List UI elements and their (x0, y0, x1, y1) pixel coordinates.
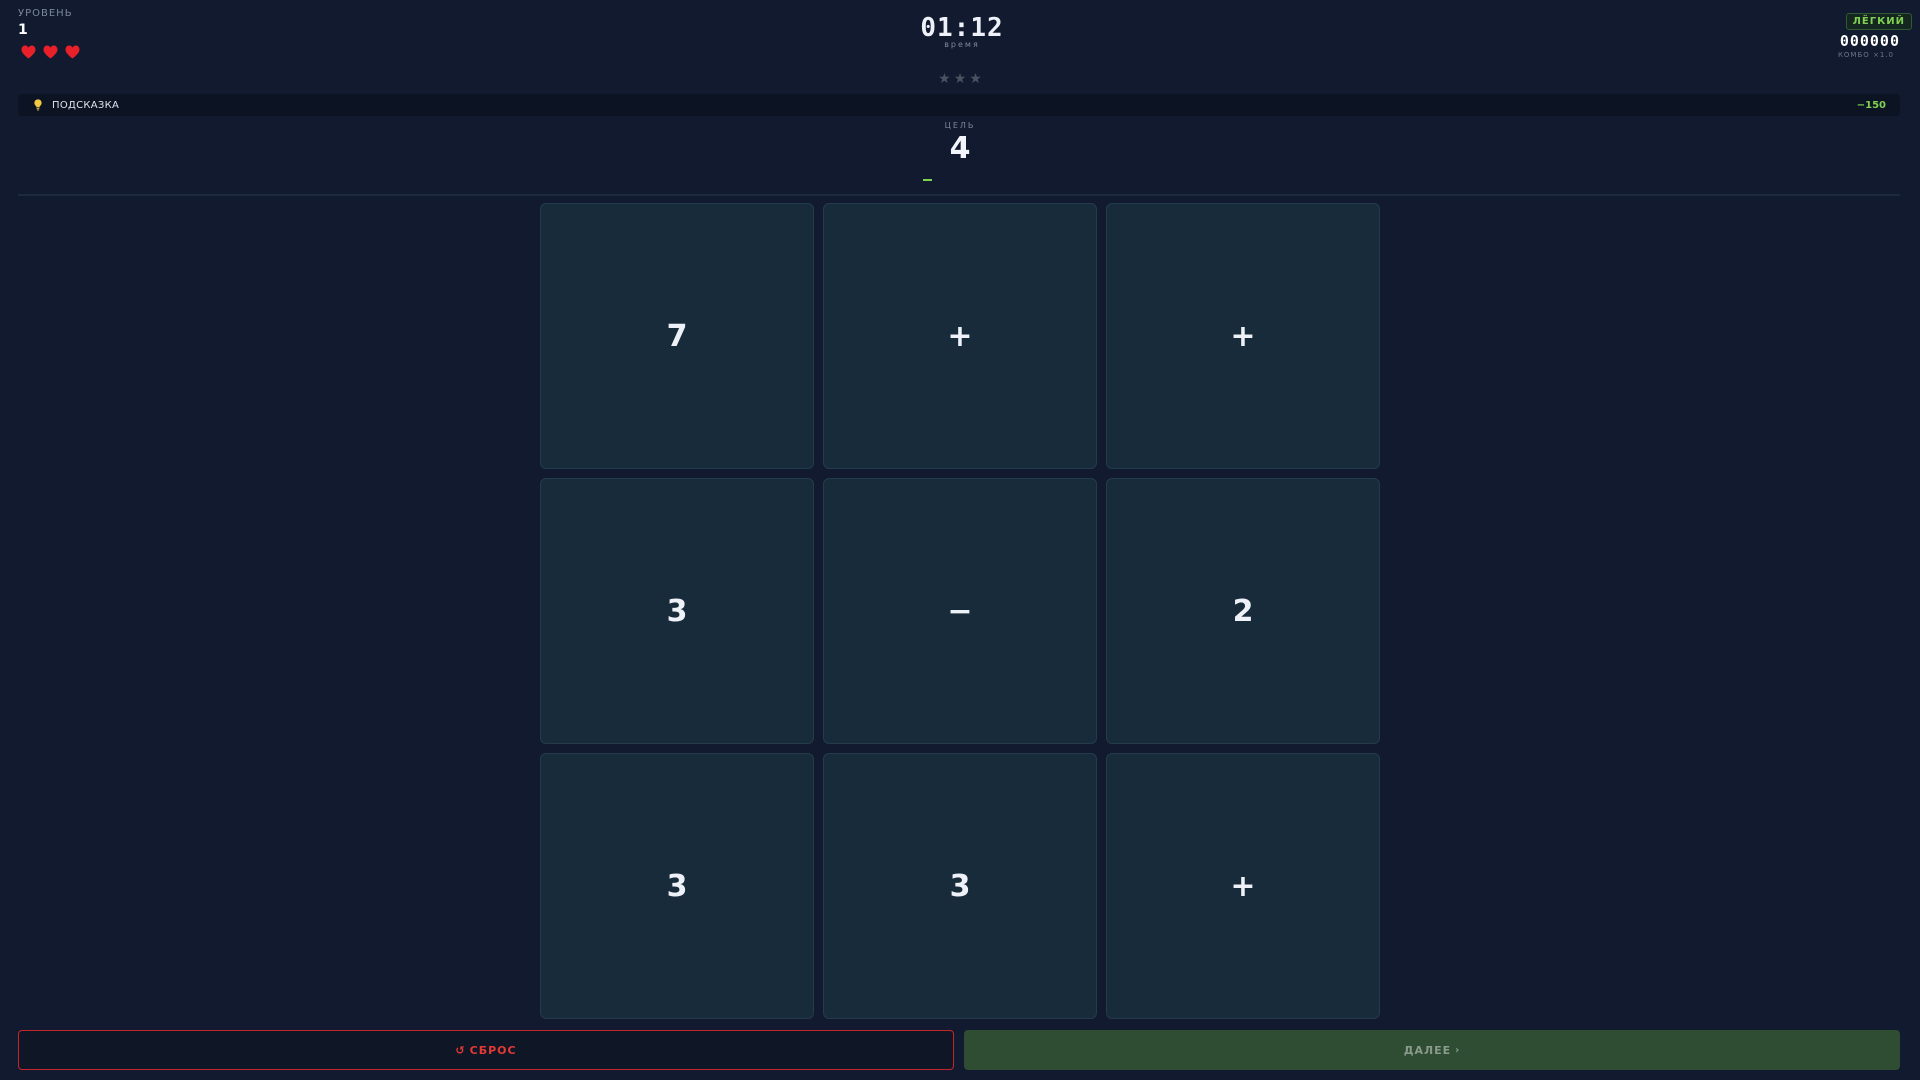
heart-icon (65, 45, 80, 59)
board-tile[interactable]: 3 (540, 478, 814, 744)
next-label: ДАЛЕЕ (1403, 1043, 1452, 1057)
divider (18, 194, 1900, 196)
reset-label: СБРОС (469, 1043, 517, 1057)
level-panel: УРОВЕНЬ 1 (18, 8, 80, 59)
heart-icon (21, 45, 36, 59)
board-tile[interactable]: + (823, 203, 1097, 469)
difficulty-badge: ЛЁГКИЙ (1845, 13, 1912, 30)
lightbulb-icon (34, 99, 42, 111)
score: 000000 (1839, 32, 1900, 50)
target-value: 4 (949, 131, 971, 166)
level-label: УРОВЕНЬ (18, 8, 73, 19)
board-tile[interactable]: 3 (540, 753, 814, 1019)
hint-cost: −150 (1856, 99, 1886, 111)
lives (21, 45, 80, 59)
game-board: 7 + + 3 − 2 3 3 + (540, 203, 1380, 1019)
heart-icon (43, 45, 58, 59)
score-panel: ЛЁГКИЙ 000000 КОМБО ×1.0 (1712, 9, 1912, 59)
reset-icon: ↺ (455, 1043, 466, 1057)
board-tile[interactable]: 2 (1106, 478, 1380, 744)
target-panel: ЦЕЛЬ 4 (0, 121, 1920, 166)
board-tile[interactable]: − (823, 478, 1097, 744)
level-value: 1 (18, 22, 28, 38)
target-label: ЦЕЛЬ (944, 121, 976, 130)
board-tile[interactable]: 3 (823, 753, 1097, 1019)
star-rating: ★ ★ ★ (0, 71, 1920, 87)
board-tile[interactable]: 7 (540, 203, 814, 469)
expression-cursor (923, 179, 932, 181)
board-tile[interactable]: + (1106, 203, 1380, 469)
timer-label: время (944, 40, 980, 49)
hint-button[interactable]: ПОДСКАЗКА −150 (18, 94, 1900, 116)
combo-multiplier: КОМБО ×1.0 (1837, 51, 1894, 59)
hint-label: ПОДСКАЗКА (52, 99, 120, 111)
timer-panel: 01:12 время (862, 12, 1062, 49)
reset-button[interactable]: ↺ СБРОС (18, 1030, 954, 1070)
chevron-right-icon: › (1455, 1044, 1461, 1056)
board-tile[interactable]: + (1106, 753, 1380, 1019)
star-icon: ★ (969, 71, 982, 87)
next-button[interactable]: ДАЛЕЕ › (964, 1030, 1900, 1070)
star-icon: ★ (938, 71, 951, 87)
star-icon: ★ (953, 71, 967, 87)
